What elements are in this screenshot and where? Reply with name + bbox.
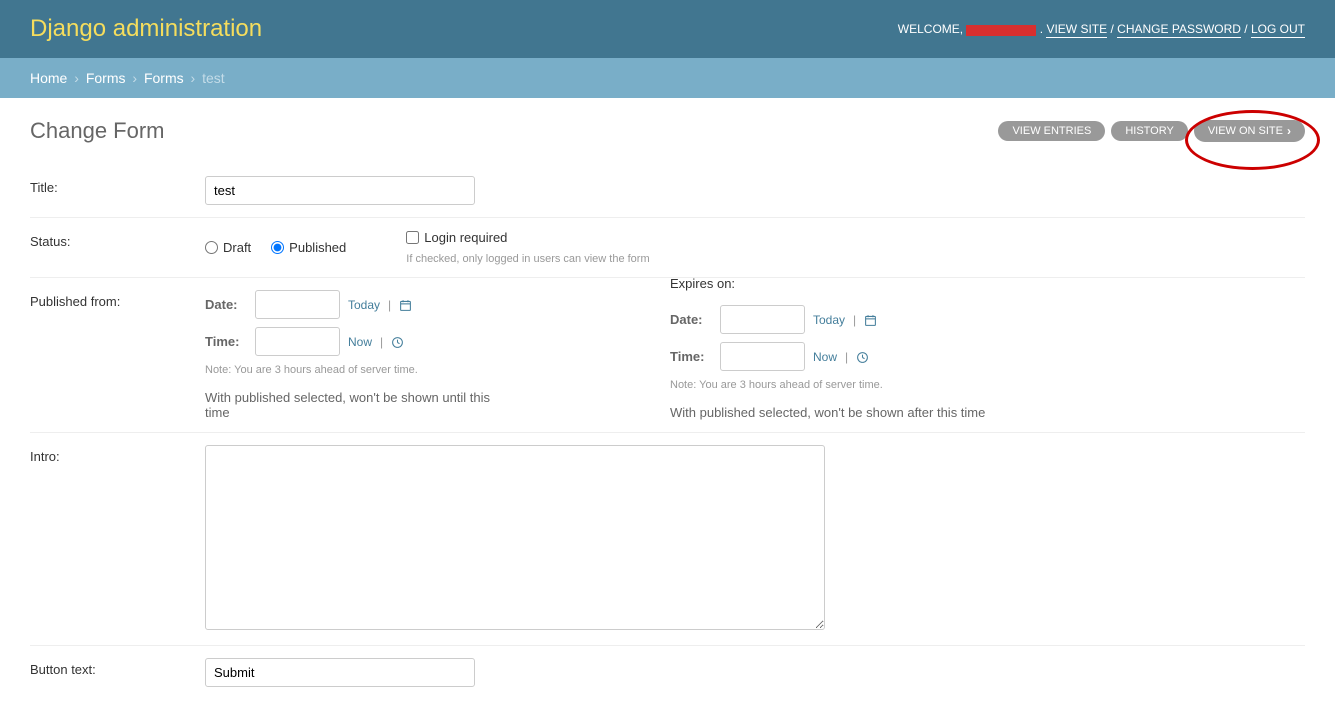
eo-note: Note: You are 3 hours ahead of server ti…	[670, 379, 1305, 391]
brand-title[interactable]: Django administration	[30, 15, 262, 43]
status-published-radio[interactable]	[271, 241, 284, 254]
content-header: Change Form VIEW ENTRIES HISTORY VIEW ON…	[30, 118, 1305, 144]
expires-on-column: Expires on: Date: Today | Time: Now |	[670, 290, 1305, 420]
expires-on-label: Expires on:	[670, 276, 1305, 291]
login-required-checkbox[interactable]	[406, 231, 419, 244]
pf-time-label: Time:	[205, 334, 247, 349]
published-from-column: Date: Today | Time: Now |	[205, 290, 500, 420]
published-from-date-input[interactable]	[255, 290, 340, 319]
expires-on-time-input[interactable]	[720, 342, 805, 371]
breadcrumb-separator: ›	[188, 70, 199, 86]
login-required-block: Login required If checked, only logged i…	[406, 230, 649, 265]
form-row-intro: Intro:	[30, 433, 1305, 646]
pf-help: With published selected, won't be shown …	[205, 390, 500, 420]
form-row-title: Title:	[30, 164, 1305, 218]
breadcrumb: Home › Forms › Forms › test	[0, 58, 1335, 98]
site-header: Django administration WELCOME, ------ . …	[0, 0, 1335, 58]
button-text-input[interactable]	[205, 658, 475, 687]
view-entries-button[interactable]: VIEW ENTRIES	[998, 121, 1105, 141]
login-required-text: Login required	[424, 230, 507, 245]
eo-date-label: Date:	[670, 312, 712, 327]
form-row-status: Status: Draft Published Login required I…	[30, 218, 1305, 278]
eo-time-label: Time:	[670, 349, 712, 364]
pf-note: Note: You are 3 hours ahead of server ti…	[205, 364, 500, 376]
status-published-text: Published	[289, 240, 346, 255]
breadcrumb-current: test	[202, 70, 225, 86]
form-row-dates: Published from: Date: Today | Time: Now	[30, 278, 1305, 433]
expires-on-date-input[interactable]	[720, 305, 805, 334]
title-input[interactable]	[205, 176, 475, 205]
published-from-label: Published from:	[30, 290, 205, 309]
eo-help: With published selected, won't be shown …	[670, 405, 1305, 420]
eo-today-link[interactable]: Today	[813, 313, 845, 327]
logout-link[interactable]: LOG OUT	[1251, 22, 1305, 38]
breadcrumb-separator: ›	[129, 70, 140, 86]
chevron-right-icon: ›	[1287, 124, 1291, 138]
form-row-button-text: Button text:	[30, 646, 1305, 699]
change-password-link[interactable]: CHANGE PASSWORD	[1117, 22, 1241, 38]
status-draft-text: Draft	[223, 240, 251, 255]
status-label: Status:	[30, 230, 205, 249]
calendar-icon[interactable]	[399, 297, 412, 311]
content: Change Form VIEW ENTRIES HISTORY VIEW ON…	[0, 98, 1335, 719]
title-label: Title:	[30, 176, 205, 195]
breadcrumb-model[interactable]: Forms	[144, 70, 184, 86]
pf-today-link[interactable]: Today	[348, 298, 380, 312]
button-text-label: Button text:	[30, 658, 205, 677]
breadcrumb-app[interactable]: Forms	[86, 70, 126, 86]
page-title: Change Form	[30, 118, 165, 144]
user-tools: WELCOME, ------ . VIEW SITE / CHANGE PAS…	[898, 22, 1305, 36]
pf-date-label: Date:	[205, 297, 247, 312]
view-on-site-button[interactable]: VIEW ON SITE ›	[1194, 120, 1305, 142]
eo-now-link[interactable]: Now	[813, 350, 837, 364]
calendar-icon[interactable]	[864, 312, 877, 326]
view-site-link[interactable]: VIEW SITE	[1046, 22, 1107, 38]
login-required-help: If checked, only logged in users can vie…	[406, 253, 649, 265]
clock-icon[interactable]	[391, 334, 404, 348]
intro-label: Intro:	[30, 445, 205, 464]
object-tools: VIEW ENTRIES HISTORY VIEW ON SITE ›	[998, 120, 1305, 142]
published-from-time-input[interactable]	[255, 327, 340, 356]
intro-textarea[interactable]	[205, 445, 825, 630]
status-draft-radio[interactable]	[205, 241, 218, 254]
status-published-option[interactable]: Published	[271, 240, 346, 255]
breadcrumb-separator: ›	[71, 70, 82, 86]
login-required-option[interactable]: Login required	[406, 230, 507, 245]
clock-icon[interactable]	[856, 349, 869, 363]
username-redacted: ------	[966, 25, 1036, 36]
welcome-text: WELCOME,	[898, 22, 963, 36]
status-draft-option[interactable]: Draft	[205, 240, 251, 255]
pf-now-link[interactable]: Now	[348, 335, 372, 349]
history-button[interactable]: HISTORY	[1111, 121, 1188, 141]
breadcrumb-home[interactable]: Home	[30, 70, 67, 86]
view-on-site-label: VIEW ON SITE	[1208, 125, 1283, 137]
